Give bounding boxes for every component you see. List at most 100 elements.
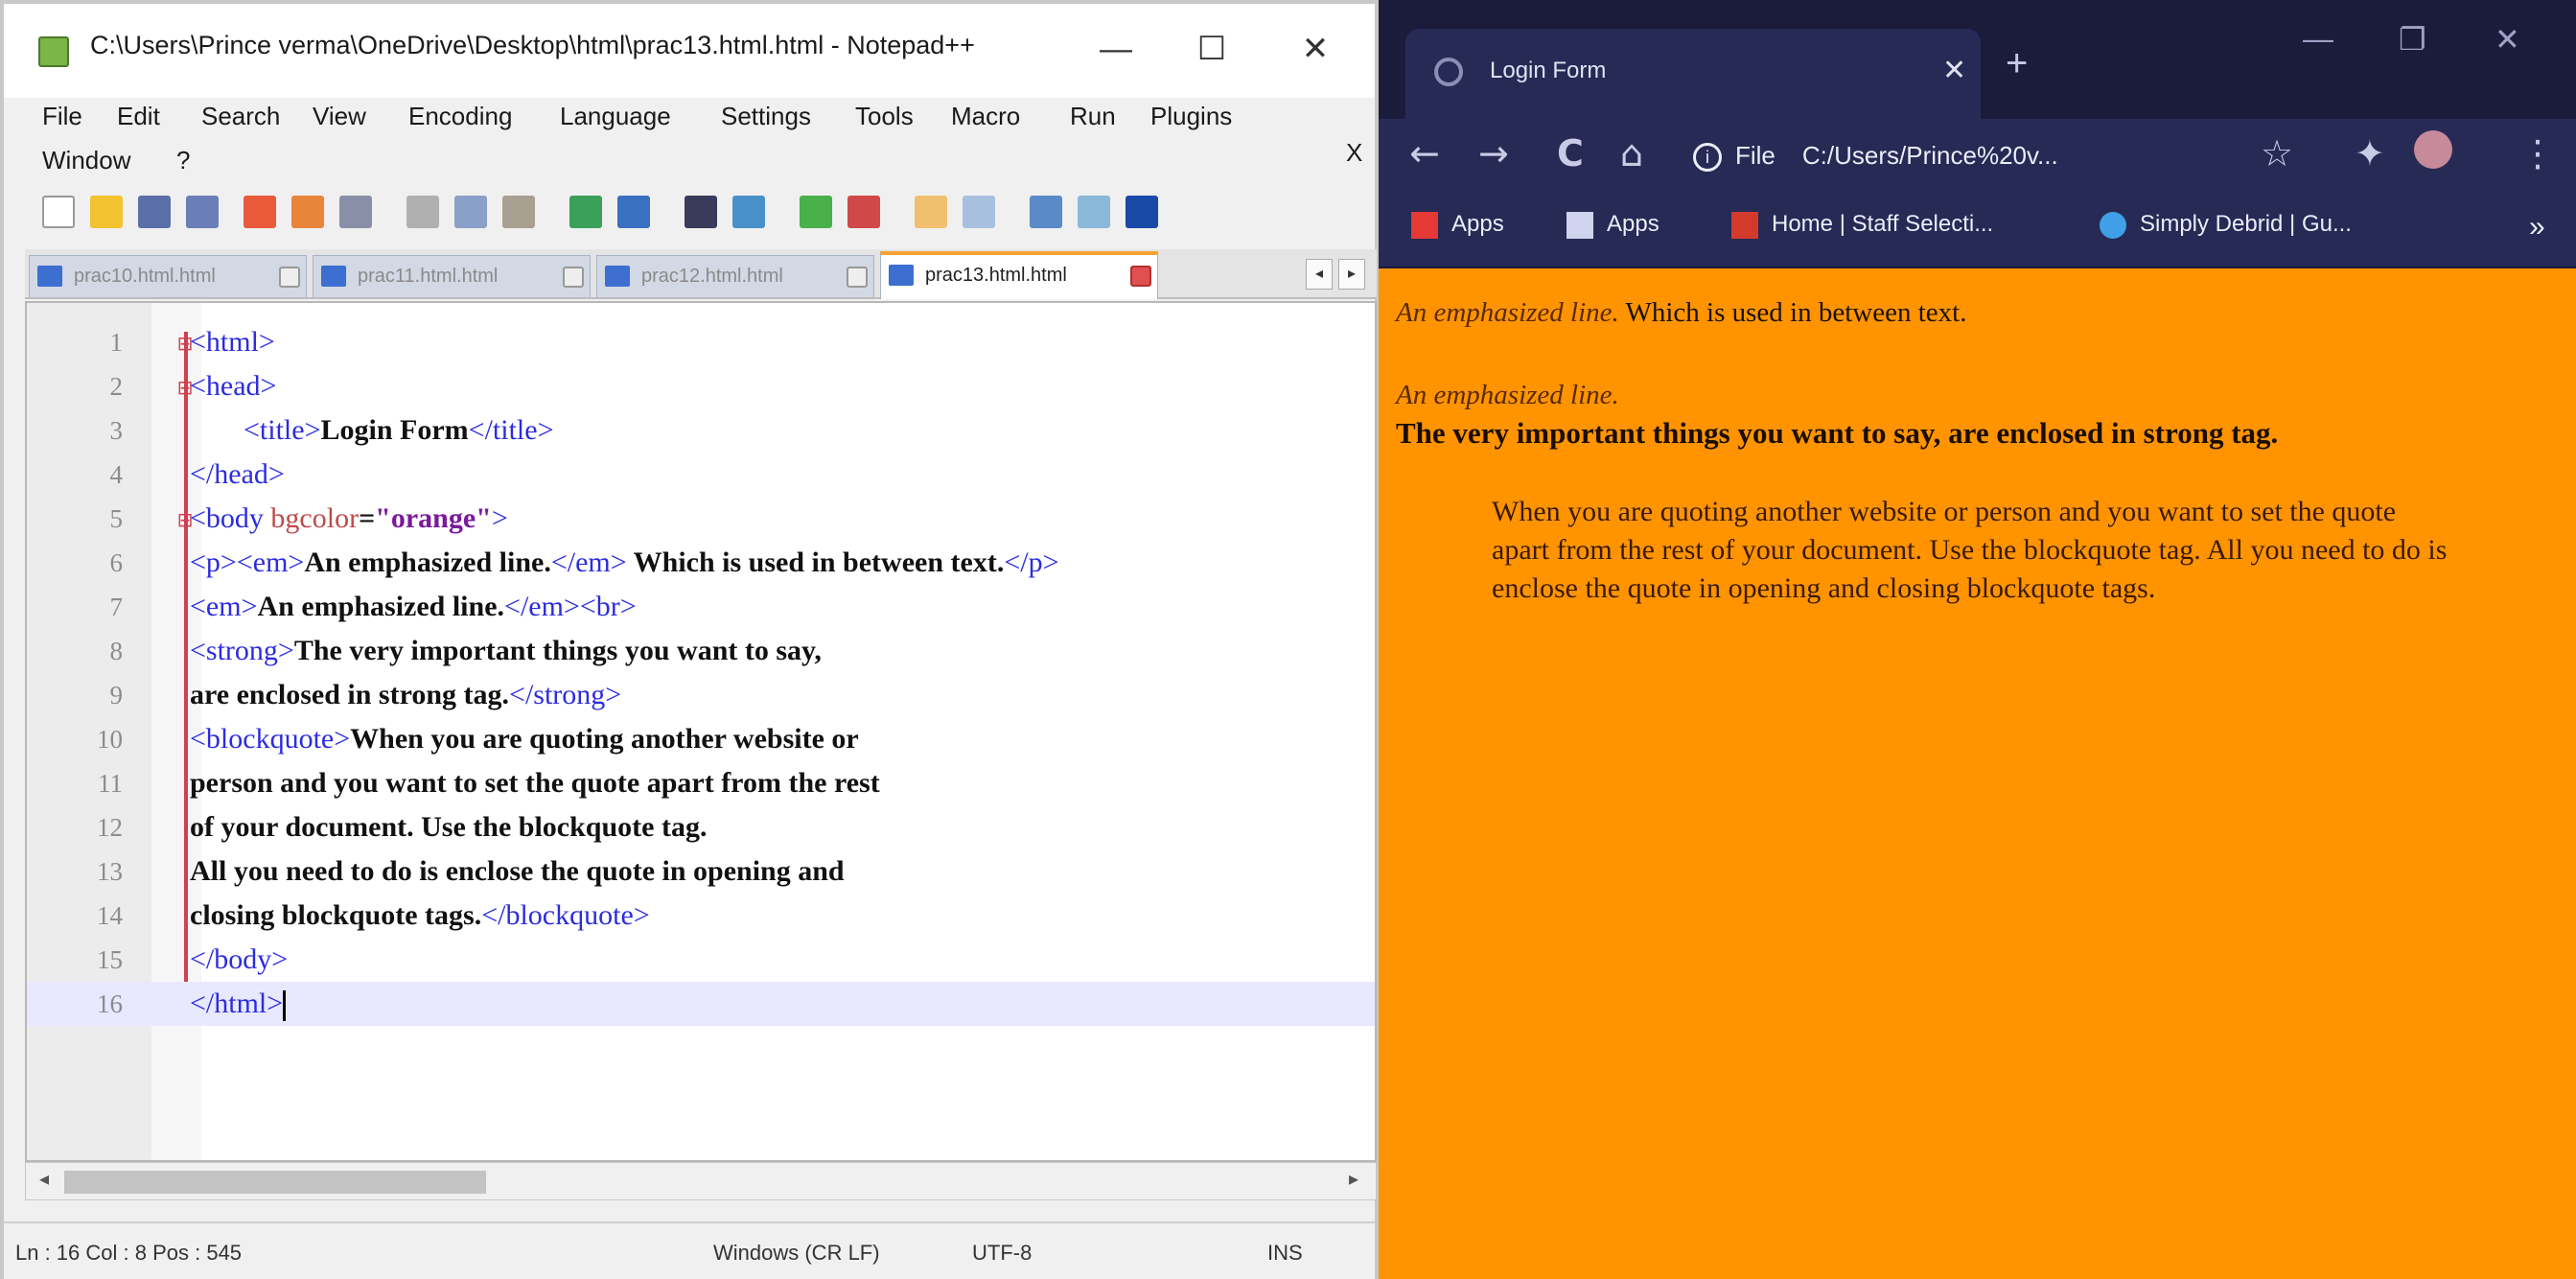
close-file-icon[interactable] <box>244 196 276 228</box>
indent-guide-icon[interactable] <box>1078 196 1110 228</box>
maximize-button[interactable]: ☐ <box>1183 25 1241 73</box>
word-wrap-icon[interactable] <box>963 196 995 228</box>
paragraph-text: Which is used in between text. <box>1618 297 1967 328</box>
scroll-left-icon[interactable]: ◂ <box>30 1167 58 1191</box>
paste-icon[interactable] <box>502 196 535 228</box>
home-icon[interactable]: ⌂ <box>1620 132 1643 174</box>
tab-scroll-right-icon[interactable]: ▸ <box>1338 259 1365 290</box>
code-content: closing blockquote tags. <box>190 899 482 931</box>
code-text: <head> <box>190 370 276 403</box>
horizontal-scrollbar[interactable]: ◂ ▸ <box>25 1162 1377 1200</box>
scrollbar-thumb[interactable] <box>64 1171 486 1194</box>
code-text: <title>Login Form</title> <box>244 414 554 447</box>
tab-close-icon[interactable] <box>279 267 300 288</box>
zoom-out-icon[interactable] <box>847 196 880 228</box>
document-close-icon[interactable]: X <box>1346 138 1362 168</box>
new-file-icon[interactable] <box>42 196 75 228</box>
copy-icon[interactable] <box>454 196 487 228</box>
tab-prac13[interactable]: prac13.html.html <box>880 251 1158 299</box>
save-icon[interactable] <box>138 196 171 228</box>
close-button[interactable]: ✕ <box>2495 21 2520 58</box>
extensions-icon[interactable]: ✦ <box>2355 132 2385 174</box>
tab-scroll-left-icon[interactable]: ◂ <box>1306 259 1333 290</box>
bookmark-star-icon[interactable]: ☆ <box>2261 132 2293 174</box>
code-line: 12 of your document. Use the blockquote … <box>27 805 1375 849</box>
bookmark-home-staff[interactable]: Home | Staff Selecti... <box>1731 211 1993 239</box>
tab-close-icon[interactable] <box>1130 266 1151 287</box>
status-encoding: UTF-8 <box>972 1241 1033 1265</box>
code-text: person and you want to set the quote apa… <box>190 767 880 800</box>
print-icon[interactable] <box>339 196 372 228</box>
cut-icon[interactable] <box>406 196 439 228</box>
menu-plugins[interactable]: Plugins <box>1150 102 1232 131</box>
line-number: 16 <box>97 989 123 1018</box>
find-icon[interactable] <box>685 196 717 228</box>
code-content: person and you want to set the quote apa… <box>190 767 880 799</box>
show-all-chars-icon[interactable] <box>1030 196 1062 228</box>
menu-run[interactable]: Run <box>1070 102 1116 131</box>
line-number: 10 <box>97 725 123 754</box>
doc-map-icon[interactable] <box>1126 196 1158 228</box>
menu-bar: File Edit Search View Encoding Language … <box>4 98 1375 182</box>
address-bar[interactable]: i File C:/Users/Prince%20v... <box>1693 132 2230 178</box>
code-attribute: bgcolor <box>270 502 360 534</box>
code-text: </html> <box>190 988 287 1022</box>
minimize-button[interactable]: — <box>1087 25 1145 73</box>
bookmark-apps-2[interactable]: Apps <box>1566 211 1659 239</box>
maximize-button[interactable]: ❐ <box>2399 21 2426 58</box>
code-tag: </p> <box>1004 546 1059 578</box>
tab-prac10[interactable]: prac10.html.html <box>29 255 307 297</box>
menu-language[interactable]: Language <box>560 102 671 131</box>
close-button[interactable]: ✕ <box>1287 25 1344 73</box>
replace-icon[interactable] <box>732 196 765 228</box>
menu-macro[interactable]: Macro <box>951 102 1020 131</box>
line-number: 7 <box>109 593 124 621</box>
save-all-icon[interactable] <box>186 196 219 228</box>
menu-file[interactable]: File <box>42 102 82 131</box>
menu-settings[interactable]: Settings <box>721 102 811 131</box>
reload-icon[interactable]: C <box>1557 132 1584 174</box>
menu-tools[interactable]: Tools <box>855 102 914 131</box>
zoom-in-icon[interactable] <box>800 196 832 228</box>
open-file-icon[interactable] <box>90 196 123 228</box>
redo-icon[interactable] <box>617 196 650 228</box>
menu-encoding[interactable]: Encoding <box>408 102 512 131</box>
code-text: <em>An emphasized line.</em><br> <box>190 591 637 623</box>
code-text: </head> <box>190 458 285 491</box>
tab-close-icon[interactable] <box>563 267 584 288</box>
code-text: <html> <box>190 326 275 359</box>
sync-scroll-icon[interactable] <box>915 196 947 228</box>
forward-icon[interactable]: → <box>1478 132 1509 174</box>
undo-icon[interactable] <box>569 196 602 228</box>
minimize-button[interactable]: — <box>2303 21 2333 57</box>
code-editor[interactable]: 1 ⊟ <html> 2 ⊟ <head> 3 <title>Login For… <box>25 301 1377 1162</box>
tab-close-icon[interactable]: ✕ <box>1942 54 1966 87</box>
code-line: 2 ⊟ <head> <box>27 364 1375 408</box>
menu-window[interactable]: Window <box>42 146 130 175</box>
browser-menu-icon[interactable]: ⋮ <box>2519 132 2556 174</box>
profile-avatar[interactable] <box>2414 130 2452 169</box>
browser-tab[interactable]: Login Form ✕ <box>1405 29 1981 119</box>
line-number: 1 <box>109 328 124 357</box>
code-line: 5 ⊟ <body bgcolor="orange"> <box>27 497 1375 541</box>
bookmark-simply-debrid[interactable]: Simply Debrid | Gu... <box>2100 211 2352 239</box>
tab-close-icon[interactable] <box>847 267 868 288</box>
bookmark-apps-1[interactable]: Apps <box>1411 211 1504 239</box>
tab-prac11[interactable]: prac11.html.html <box>313 255 591 297</box>
info-icon[interactable]: i <box>1693 143 1722 173</box>
menu-help[interactable]: ? <box>176 146 190 175</box>
menu-search[interactable]: Search <box>201 102 280 131</box>
scroll-right-icon[interactable]: ▸ <box>1339 1167 1368 1191</box>
menu-view[interactable]: View <box>313 102 366 131</box>
bookmarks-overflow-icon[interactable]: » <box>2529 211 2545 244</box>
back-icon[interactable]: ← <box>1409 132 1440 174</box>
code-line: 10 <blockquote>When you are quoting anot… <box>27 717 1375 761</box>
line-number: 14 <box>97 901 123 930</box>
code-text: <body bgcolor="orange"> <box>190 502 508 535</box>
new-tab-icon[interactable]: + <box>2006 42 2028 85</box>
tab-prac12[interactable]: prac12.html.html <box>596 255 874 297</box>
line-number: 4 <box>109 460 124 489</box>
menu-edit[interactable]: Edit <box>117 102 160 131</box>
close-all-icon[interactable] <box>291 196 324 228</box>
status-eol: Windows (CR LF) <box>713 1241 880 1265</box>
